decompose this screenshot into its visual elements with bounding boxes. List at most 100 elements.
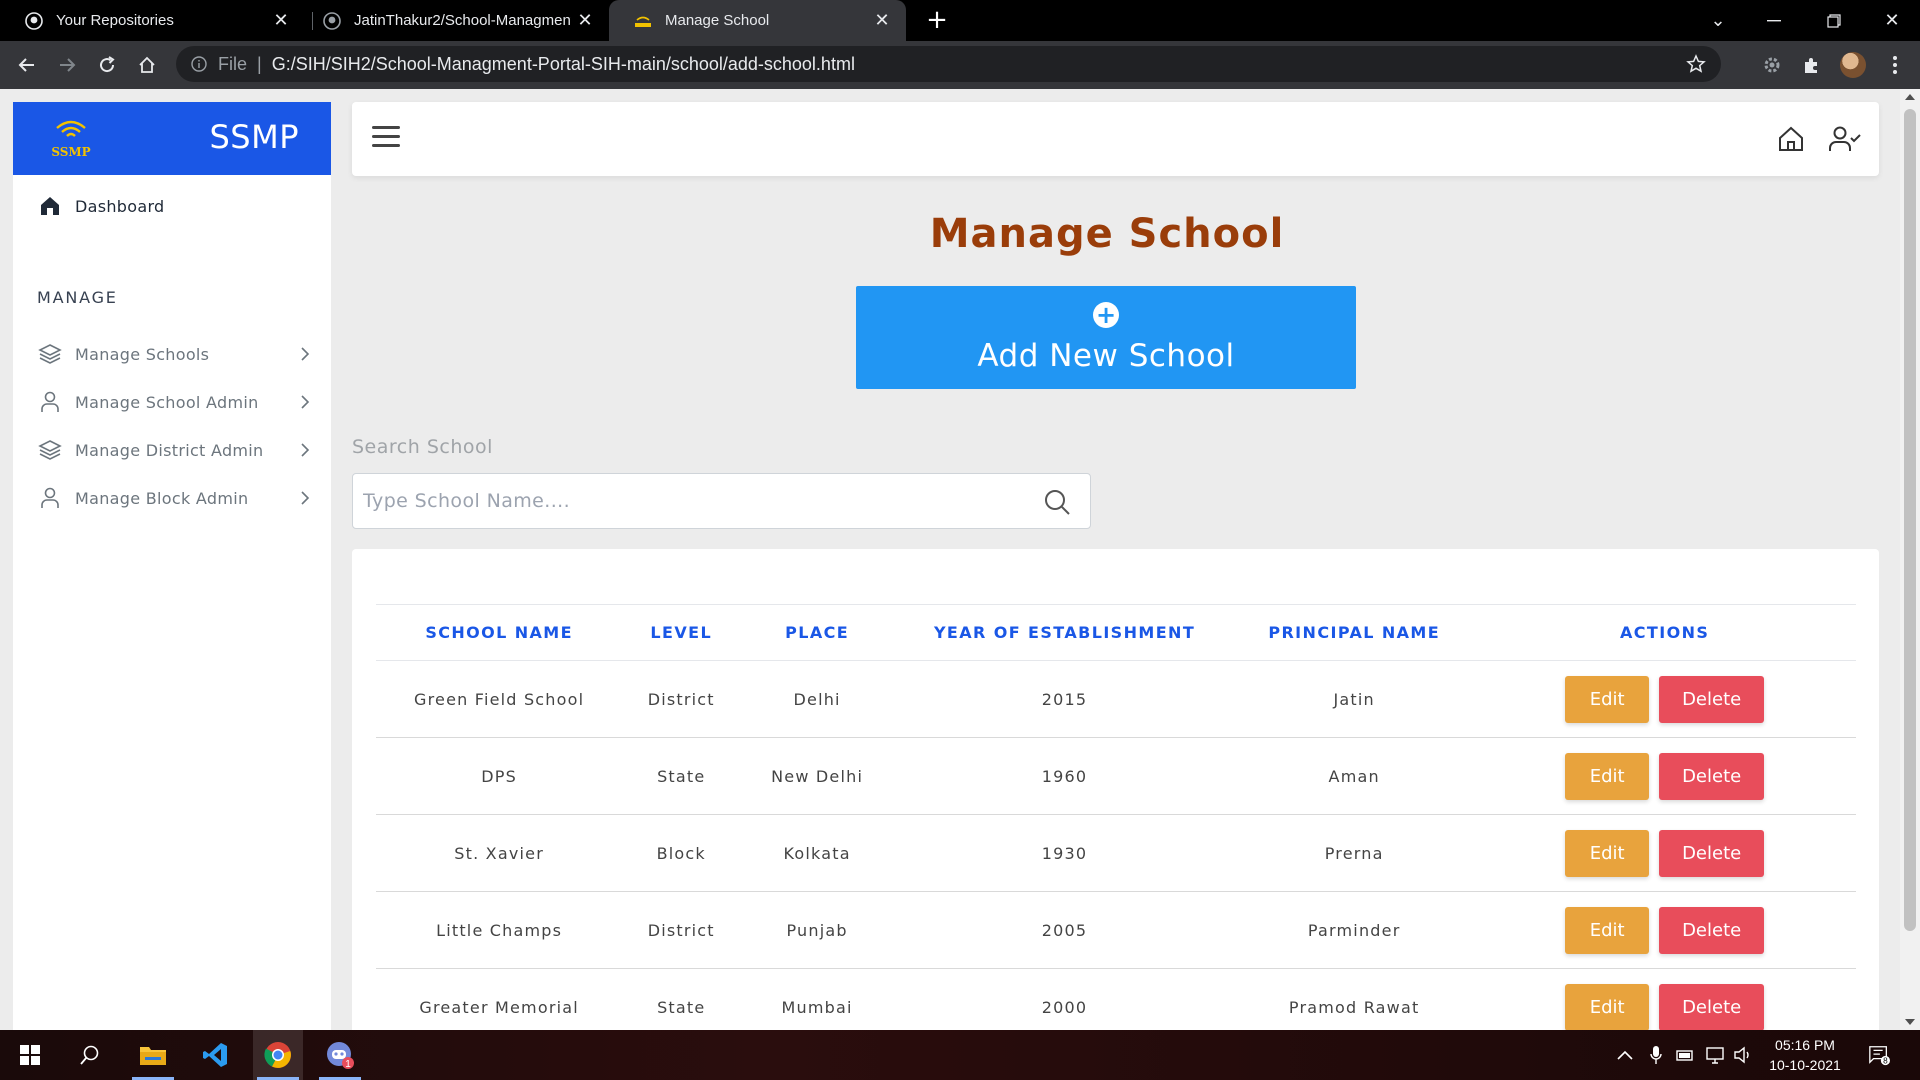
- page-scrollbar[interactable]: [1900, 89, 1920, 1030]
- delete-button[interactable]: Delete: [1659, 752, 1765, 800]
- tab-search-chevron-icon[interactable]: ⌄: [1690, 0, 1746, 41]
- user-check-icon[interactable]: [1828, 122, 1862, 156]
- scrollbar-thumb[interactable]: [1904, 109, 1916, 931]
- cell-place: Punjab: [740, 891, 894, 969]
- search-icon[interactable]: [65, 1030, 115, 1080]
- home-icon[interactable]: [1774, 122, 1808, 156]
- tab-your-repositories[interactable]: Your Repositories ✕: [0, 0, 305, 41]
- cell-actions: Edit Delete: [1473, 968, 1856, 1030]
- sidebar-item-label: Manage School Admin: [75, 392, 259, 412]
- cell-place: New Delhi: [740, 737, 894, 815]
- cell-school-name: Little Champs: [376, 891, 623, 969]
- delete-button[interactable]: Delete: [1659, 829, 1765, 877]
- cell-year: 1930: [894, 814, 1236, 892]
- discord-icon[interactable]: 1: [315, 1030, 365, 1080]
- ssmp-logo: SSMP: [43, 110, 99, 166]
- close-tab-icon[interactable]: ✕: [571, 10, 599, 31]
- home-icon[interactable]: [130, 48, 164, 82]
- user-icon: [37, 389, 63, 415]
- column-header-place[interactable]: PLACE: [740, 604, 894, 661]
- sidebar-item-manage-district-admin[interactable]: Manage District Admin: [37, 434, 313, 466]
- sidebar-item-dashboard[interactable]: Dashboard: [37, 190, 313, 222]
- microphone-icon[interactable]: [1645, 1044, 1667, 1066]
- sidebar-brand[interactable]: SSMP SSMP: [13, 102, 331, 175]
- battery-icon[interactable]: [1674, 1044, 1696, 1066]
- edit-button[interactable]: Edit: [1565, 983, 1650, 1030]
- edit-button[interactable]: Edit: [1565, 675, 1650, 723]
- tab-title: Your Repositories: [56, 12, 174, 29]
- cell-school-name: Greater Memorial: [376, 968, 623, 1030]
- restore-button[interactable]: [1806, 0, 1862, 41]
- table-row: St. Xavier Block Kolkata 1930 Prerna Edi…: [376, 814, 1856, 892]
- search-input[interactable]: [363, 482, 1023, 520]
- cell-level: Block: [622, 814, 741, 892]
- back-icon[interactable]: [10, 48, 44, 82]
- delete-button[interactable]: Delete: [1659, 675, 1765, 723]
- tab-title: JatinThakur2/School-Managment: [354, 12, 571, 29]
- hamburger-menu-icon[interactable]: [372, 126, 400, 150]
- cell-principal: Prerna: [1235, 814, 1474, 892]
- cell-school-name: DPS: [376, 737, 623, 815]
- tab-manage-school[interactable]: Manage School ✕: [609, 0, 906, 41]
- chrome-icon[interactable]: [253, 1030, 303, 1080]
- notifications-icon[interactable]: 8: [1868, 1044, 1890, 1066]
- close-tab-icon[interactable]: ✕: [868, 10, 896, 31]
- vscode-icon[interactable]: [190, 1030, 240, 1080]
- clock-time: 05:16 PM: [1775, 1037, 1835, 1053]
- sidebar-item-label: Manage District Admin: [75, 440, 264, 460]
- tab-title: Manage School: [665, 12, 770, 29]
- close-window-button[interactable]: ✕: [1864, 0, 1920, 41]
- browser-menu-icon[interactable]: [1880, 50, 1910, 80]
- cell-place: Mumbai: [740, 968, 894, 1030]
- column-header-year[interactable]: YEAR OF ESTABLISHMENT: [894, 604, 1236, 661]
- address-bar[interactable]: File | G:/SIH/SIH2/School-Managment-Port…: [176, 46, 1721, 82]
- column-header-school-name[interactable]: SCHOOL NAME: [376, 604, 623, 661]
- new-tab-button[interactable]: +: [922, 6, 952, 36]
- tab-school-managment-repo[interactable]: JatinThakur2/School-Managment ✕: [314, 0, 609, 41]
- cell-place: Delhi: [740, 660, 894, 738]
- sidebar: SSMP SSMP Dashboard MANAGE Manage School…: [13, 102, 331, 1030]
- scroll-up-arrow-icon[interactable]: [1905, 94, 1915, 100]
- chevron-up-icon[interactable]: [1614, 1044, 1636, 1066]
- delete-button[interactable]: Delete: [1659, 906, 1765, 954]
- profile-avatar[interactable]: [1840, 52, 1866, 78]
- browser-toolbar: File | G:/SIH/SIH2/School-Managment-Port…: [0, 41, 1920, 89]
- edit-button[interactable]: Edit: [1565, 829, 1650, 877]
- bookmark-star-icon[interactable]: [1685, 53, 1707, 75]
- add-new-school-button[interactable]: + Add New School: [856, 286, 1356, 389]
- search-box: [352, 473, 1091, 529]
- file-explorer-icon[interactable]: [128, 1030, 178, 1080]
- windows-taskbar: 1 05:16 PM 10-10-2021 8: [0, 1030, 1920, 1080]
- network-icon[interactable]: [1704, 1044, 1726, 1066]
- layers-icon: [37, 341, 63, 367]
- delete-button[interactable]: Delete: [1659, 983, 1765, 1030]
- forward-icon[interactable]: [50, 48, 84, 82]
- cell-year: 2000: [894, 968, 1236, 1030]
- reload-icon[interactable]: [90, 48, 124, 82]
- search-icon[interactable]: [1042, 487, 1072, 517]
- cell-actions: Edit Delete: [1473, 660, 1856, 738]
- edit-button[interactable]: Edit: [1565, 906, 1650, 954]
- windows-start-icon[interactable]: [5, 1030, 55, 1080]
- info-icon[interactable]: [190, 55, 208, 73]
- sidebar-item-manage-schools[interactable]: Manage Schools: [37, 338, 313, 370]
- chevron-right-icon: [297, 346, 313, 362]
- column-header-principal[interactable]: PRINCIPAL NAME: [1235, 604, 1474, 661]
- volume-icon[interactable]: [1732, 1044, 1754, 1066]
- cell-principal: Parminder: [1235, 891, 1474, 969]
- cell-school-name: Green Field School: [376, 660, 623, 738]
- column-header-level[interactable]: LEVEL: [622, 604, 741, 661]
- sidebar-item-manage-block-admin[interactable]: Manage Block Admin: [37, 482, 313, 514]
- taskbar-clock[interactable]: 05:16 PM 10-10-2021: [1760, 1035, 1850, 1075]
- chevron-right-icon: [297, 442, 313, 458]
- extension-gear-icon[interactable]: [1757, 50, 1787, 80]
- sidebar-item-manage-school-admin[interactable]: Manage School Admin: [37, 386, 313, 418]
- brand-name: SSMP: [209, 118, 299, 156]
- cell-actions: Edit Delete: [1473, 737, 1856, 815]
- scroll-down-arrow-icon[interactable]: [1905, 1019, 1915, 1025]
- extensions-puzzle-icon[interactable]: [1797, 50, 1827, 80]
- minimize-button[interactable]: [1746, 0, 1802, 41]
- edit-button[interactable]: Edit: [1565, 752, 1650, 800]
- close-tab-icon[interactable]: ✕: [267, 10, 295, 31]
- add-new-school-label: Add New School: [977, 337, 1235, 374]
